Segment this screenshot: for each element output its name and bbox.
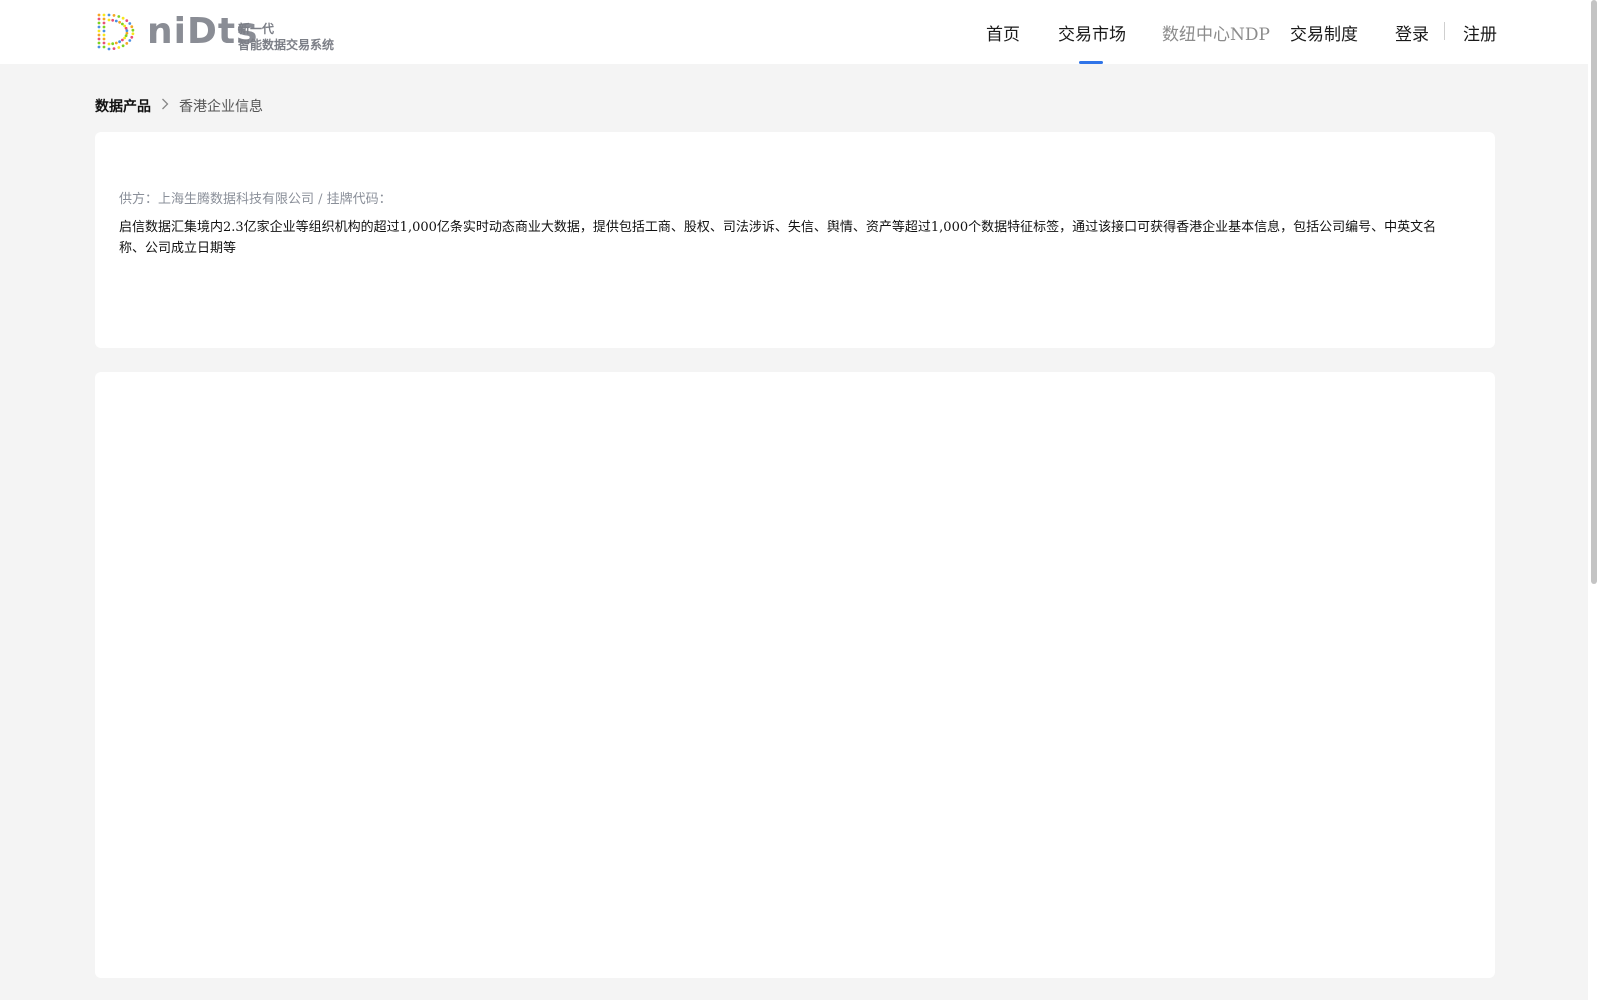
login-link[interactable]: 登录 [1395,20,1429,45]
nav-item-home[interactable]: 首页 [986,20,1020,45]
brand-tagline-line2: 智能数据交易系统 [238,38,335,52]
brand-tagline-line1: 新一代 [238,22,275,36]
breadcrumb-root-link[interactable]: 数据产品 [95,96,151,116]
chevron-right-icon [161,98,169,114]
breadcrumb: 数据产品 香港企业信息 [95,96,263,116]
register-link[interactable]: 注册 [1463,20,1497,45]
product-description: 启信数据汇集境内2.3亿家企业等组织机构的超过1,000亿条实时动态商业大数据，… [119,220,1437,256]
product-detail-panel [95,372,1495,978]
top-header: niDts 新一代 智能数据交易系统 首页 交易市场 数纽中心NDP 交易制度 … [0,0,1588,64]
breadcrumb-current: 香港企业信息 [179,99,263,115]
vertical-scrollbar[interactable] [1588,0,1600,1000]
active-tab-indicator [1079,61,1103,64]
scrollbar-thumb[interactable] [1591,0,1597,584]
site-logo[interactable]: niDts 新一代 智能数据交易系统 [95,11,355,53]
product-info-card: 供方：上海生腾数据科技有限公司 / 挂牌代码： 启信数据汇集境内2.3亿家企业等… [95,132,1495,348]
nav-item-rules[interactable]: 交易制度 [1290,20,1358,45]
supplier-info: 供方：上海生腾数据科技有限公司 / 挂牌代码： [119,192,392,207]
nav-divider [1444,22,1445,40]
nav-item-ndp[interactable]: 数纽中心NDP [1162,20,1270,45]
logo-d-mark-icon [97,13,135,51]
nav-item-market[interactable]: 交易市场 [1058,20,1126,45]
